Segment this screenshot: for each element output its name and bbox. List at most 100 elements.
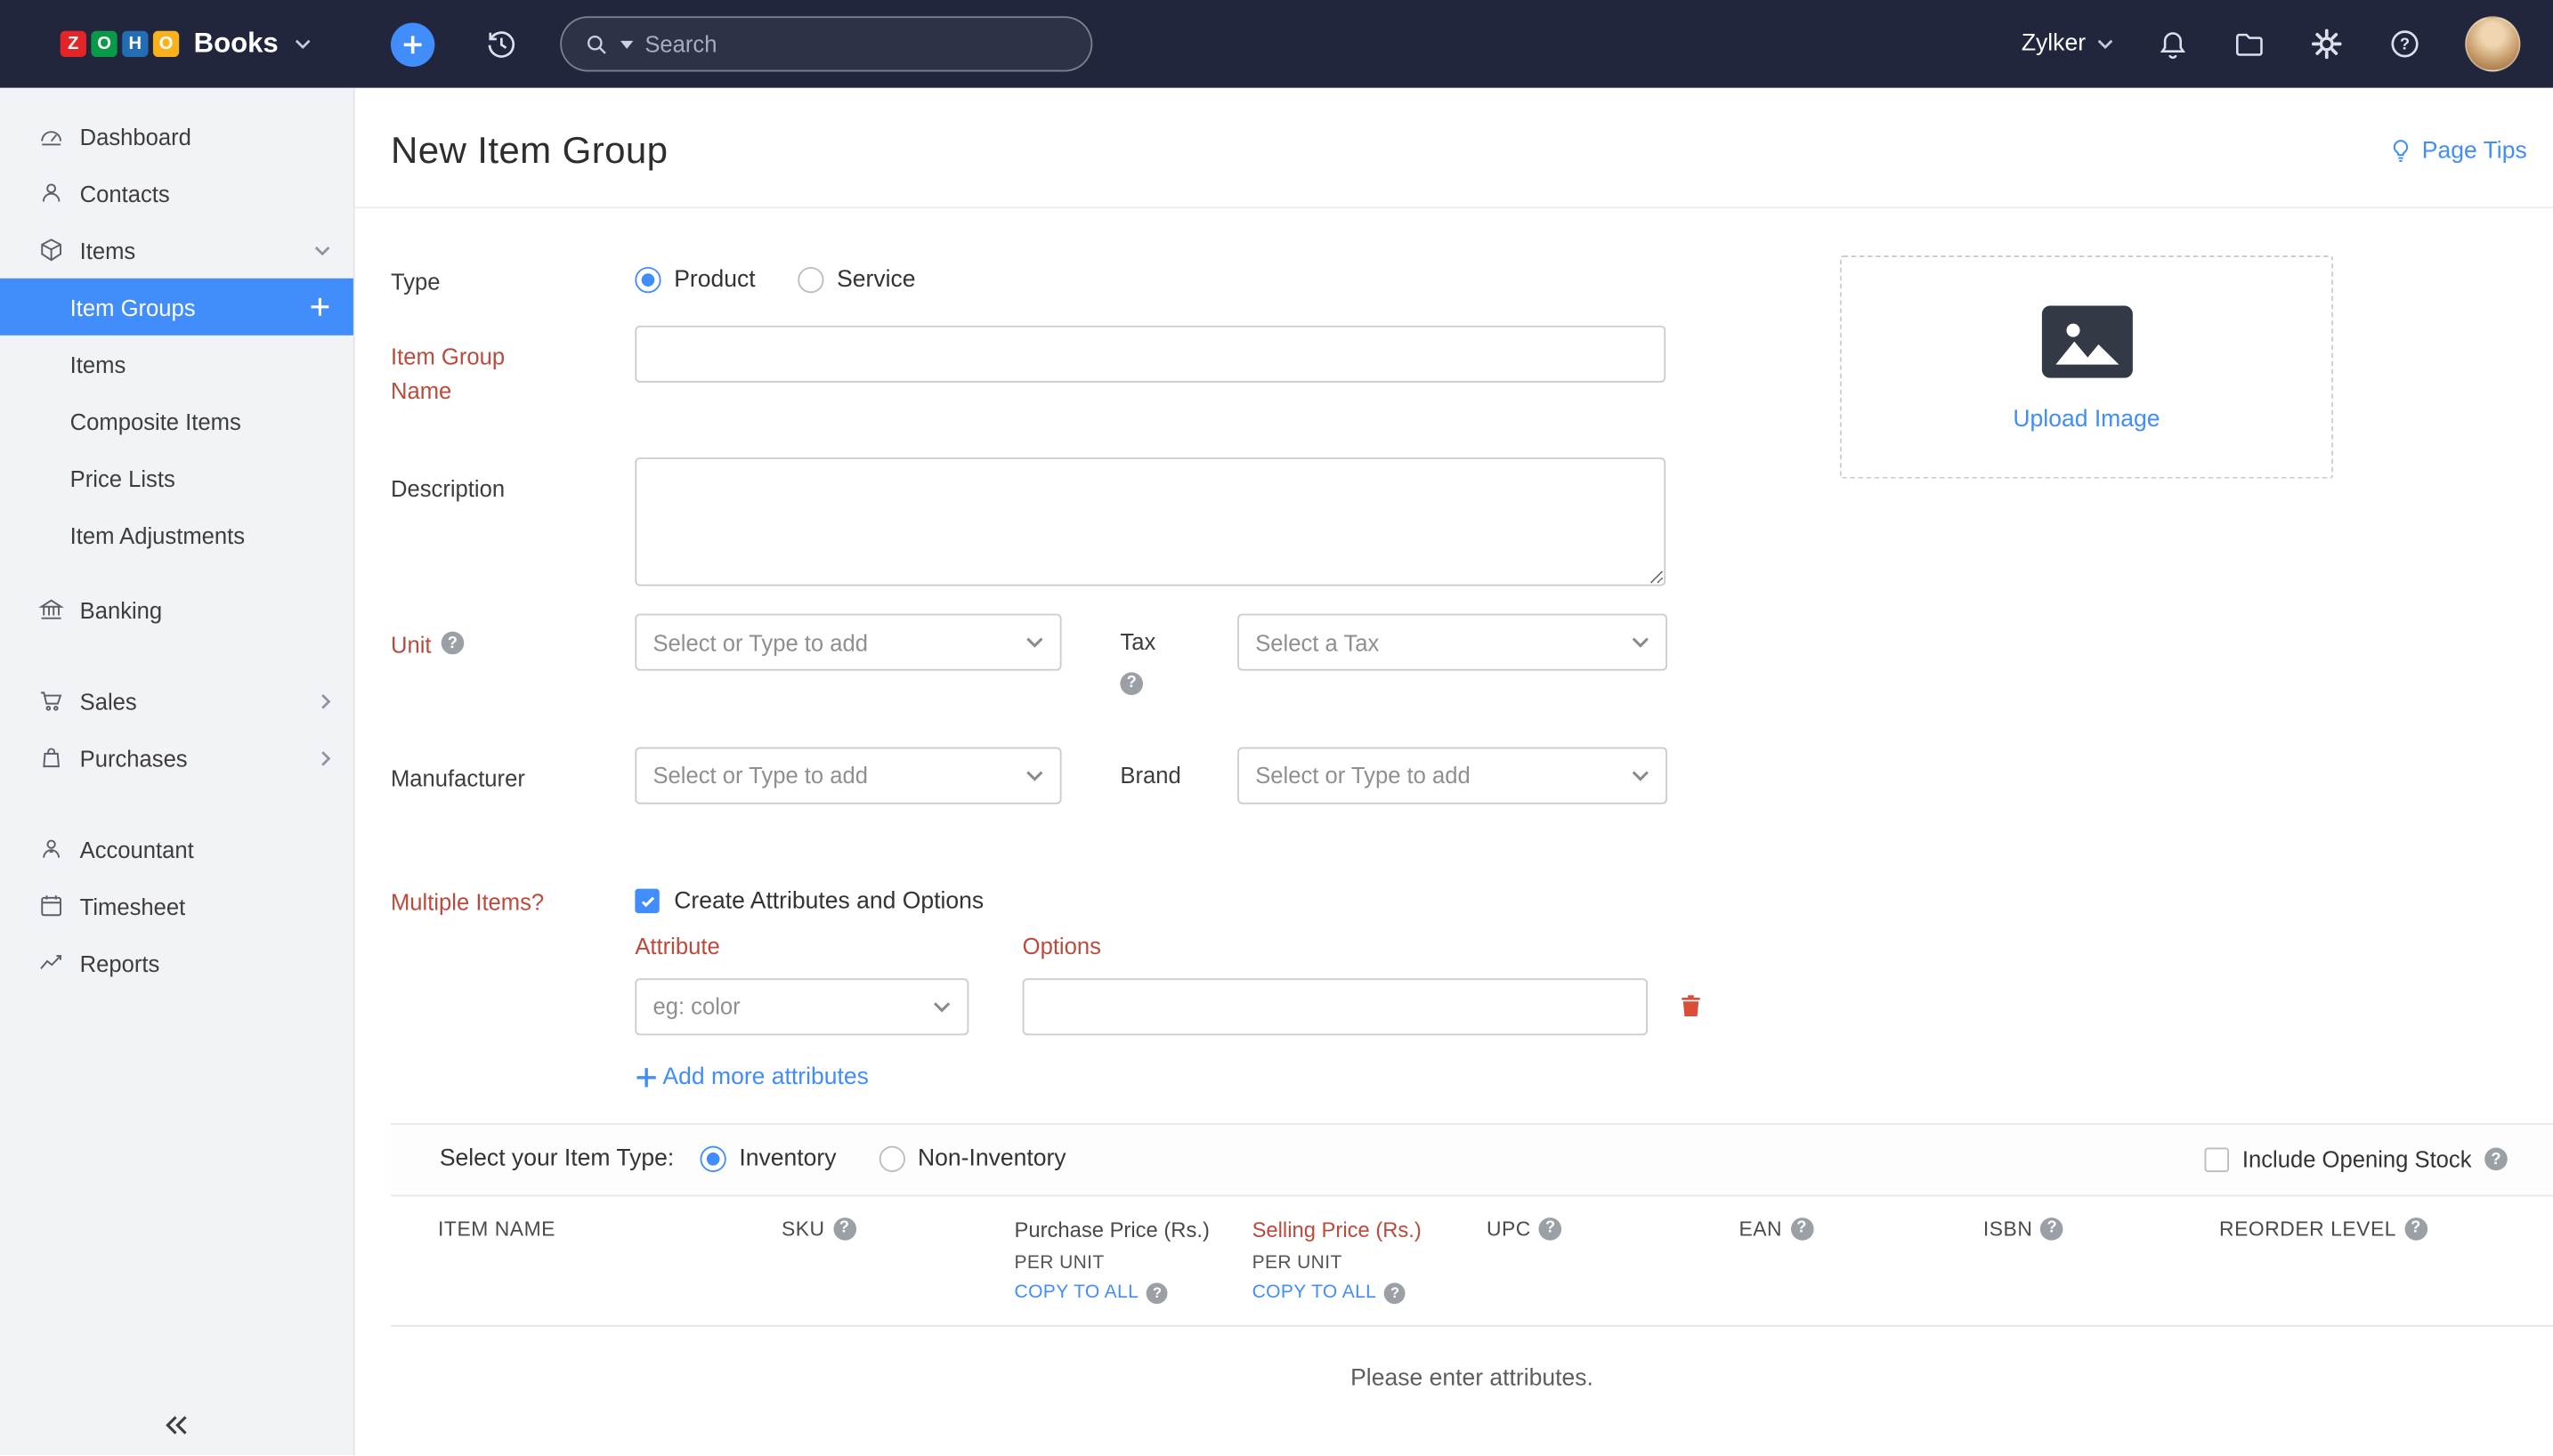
unit-label-block: Unit xyxy=(391,614,635,695)
zoho-books-logo[interactable]: Z O H O Books xyxy=(0,0,355,88)
help-icon[interactable] xyxy=(2041,1217,2064,1240)
page-tips-link[interactable]: Page Tips xyxy=(2387,137,2527,165)
plus-icon xyxy=(402,33,424,54)
settings-button[interactable] xyxy=(2309,26,2345,61)
radio-service-label[interactable]: Service xyxy=(837,266,915,292)
sidebar-item-accountant[interactable]: Accountant xyxy=(0,821,353,878)
logo-tile-z: Z xyxy=(61,31,86,57)
tax-label: Tax xyxy=(1120,628,1237,654)
sales-icon xyxy=(36,686,65,716)
column-sku: SKU xyxy=(782,1217,1015,1240)
sidebar-item-items[interactable]: Items xyxy=(0,222,353,279)
radio-non-inventory[interactable] xyxy=(879,1146,904,1172)
column-purchase-price: Purchase Price (Rs.) PER UNIT COPY TO AL… xyxy=(1015,1217,1252,1303)
sidebar-item-price-lists[interactable]: Price Lists xyxy=(0,449,353,506)
help-icon[interactable] xyxy=(2404,1217,2427,1240)
topbar-right: Zylker xyxy=(2022,16,2521,71)
manufacturer-select-value: Select or Type to add xyxy=(652,762,868,788)
help-icon[interactable] xyxy=(1120,671,1143,694)
topbar: Z O H O Books xyxy=(0,0,2553,88)
description-textarea[interactable] xyxy=(635,457,1666,586)
sidebar-item-banking[interactable]: Banking xyxy=(0,581,353,638)
sidebar-collapse-button[interactable] xyxy=(0,1404,355,1445)
sidebar-item-contacts[interactable]: Contacts xyxy=(0,165,353,222)
radio-inventory[interactable] xyxy=(701,1146,726,1172)
banking-icon xyxy=(36,595,65,625)
unit-select[interactable]: Select or Type to add xyxy=(635,614,1061,671)
documents-button[interactable] xyxy=(2233,27,2266,61)
radio-product[interactable] xyxy=(635,266,661,292)
help-icon[interactable] xyxy=(1384,1282,1406,1303)
sidebar-item-items-sub[interactable]: Items xyxy=(0,336,353,392)
manufacturer-select[interactable]: Select or Type to add xyxy=(635,747,1061,804)
sidebar-item-item-adjustments[interactable]: Item Adjustments xyxy=(0,506,353,563)
recent-history-button[interactable] xyxy=(483,26,519,61)
sidebar-item-reports[interactable]: Reports xyxy=(0,934,353,991)
item-group-name-label: Item Group Name xyxy=(391,326,635,408)
help-icon[interactable] xyxy=(1790,1217,1813,1240)
attribute-select-value: eg: color xyxy=(652,993,740,1019)
help-icon[interactable] xyxy=(1147,1282,1168,1303)
help-icon[interactable] xyxy=(2484,1148,2508,1171)
quick-create-button[interactable] xyxy=(391,22,434,66)
org-name: Zylker xyxy=(2022,31,2086,57)
attribute-headers: Attribute Options xyxy=(635,932,2553,958)
help-icon: ? xyxy=(2387,26,2422,61)
help-button[interactable]: ? xyxy=(2387,26,2422,61)
search-scope-caret-icon[interactable] xyxy=(620,40,634,48)
sidebar-item-item-groups[interactable]: Item Groups xyxy=(0,279,353,336)
sidebar-item-label: Contacts xyxy=(80,180,170,206)
chevron-right-icon xyxy=(320,692,330,708)
reports-icon xyxy=(36,948,65,977)
chevron-down-icon xyxy=(933,1000,951,1012)
options-column-label: Options xyxy=(1023,932,1101,958)
bell-icon xyxy=(2156,27,2190,61)
sidebar-item-composite-items[interactable]: Composite Items xyxy=(0,392,353,449)
sidebar-item-sales[interactable]: Sales xyxy=(0,672,353,729)
sidebar-item-label: Purchases xyxy=(80,745,188,771)
org-selector[interactable]: Zylker xyxy=(2022,31,2113,57)
options-input[interactable] xyxy=(1023,977,1648,1034)
help-icon[interactable] xyxy=(442,632,465,655)
upload-image-box[interactable]: Upload Image xyxy=(1840,255,2333,479)
tax-select[interactable]: Select a Tax xyxy=(1237,614,1667,671)
purchases-icon xyxy=(36,743,65,772)
create-attributes-label[interactable]: Create Attributes and Options xyxy=(674,888,984,914)
user-avatar[interactable] xyxy=(2465,16,2520,71)
logo-tile-o2: O xyxy=(153,31,179,57)
help-icon[interactable] xyxy=(1539,1217,1562,1240)
plus-icon[interactable] xyxy=(310,296,331,318)
manufacturer-brand-row: Manufacturer Select or Type to add Brand… xyxy=(391,747,2553,804)
chevron-down-icon xyxy=(1025,769,1043,781)
description-label: Description xyxy=(391,457,635,586)
create-attributes-checkbox[interactable] xyxy=(635,889,659,913)
lightbulb-icon xyxy=(2387,137,2414,165)
radio-product-label[interactable]: Product xyxy=(674,266,755,292)
copy-to-all-purchase[interactable]: COPY TO ALL xyxy=(1015,1282,1252,1303)
delete-attribute-button[interactable] xyxy=(1677,991,1705,1021)
timesheet-icon xyxy=(36,891,65,920)
column-isbn: ISBN xyxy=(1983,1217,2219,1240)
include-opening-stock-label[interactable]: Include Opening Stock xyxy=(2242,1146,2472,1172)
brand-name: Books xyxy=(194,28,279,61)
copy-to-all-selling[interactable]: COPY TO ALL xyxy=(1252,1282,1487,1303)
brand-select[interactable]: Select or Type to add xyxy=(1237,747,1667,804)
search-input[interactable] xyxy=(644,31,1068,57)
attribute-select[interactable]: eg: color xyxy=(635,977,969,1034)
help-icon[interactable] xyxy=(833,1217,856,1240)
notifications-button[interactable] xyxy=(2156,27,2190,61)
plus-icon xyxy=(635,1065,658,1088)
sidebar-item-label: Items xyxy=(80,237,136,263)
radio-service[interactable] xyxy=(798,266,823,292)
radio-inventory-label[interactable]: Inventory xyxy=(739,1146,836,1172)
sidebar-item-purchases[interactable]: Purchases xyxy=(0,729,353,786)
item-group-name-input[interactable] xyxy=(635,326,1666,383)
add-more-attributes-link[interactable]: Add more attributes xyxy=(635,1064,869,1089)
app-window: Z O H O Books xyxy=(0,0,2553,1455)
attribute-row: eg: color xyxy=(635,977,2553,1034)
sidebar-item-timesheet[interactable]: Timesheet xyxy=(0,878,353,934)
include-opening-stock-checkbox[interactable] xyxy=(2205,1147,2229,1171)
column-selling-price: Selling Price (Rs.) PER UNIT COPY TO ALL xyxy=(1252,1217,1487,1303)
sidebar-item-dashboard[interactable]: Dashboard xyxy=(0,108,353,165)
radio-non-inventory-label[interactable]: Non-Inventory xyxy=(918,1146,1066,1172)
